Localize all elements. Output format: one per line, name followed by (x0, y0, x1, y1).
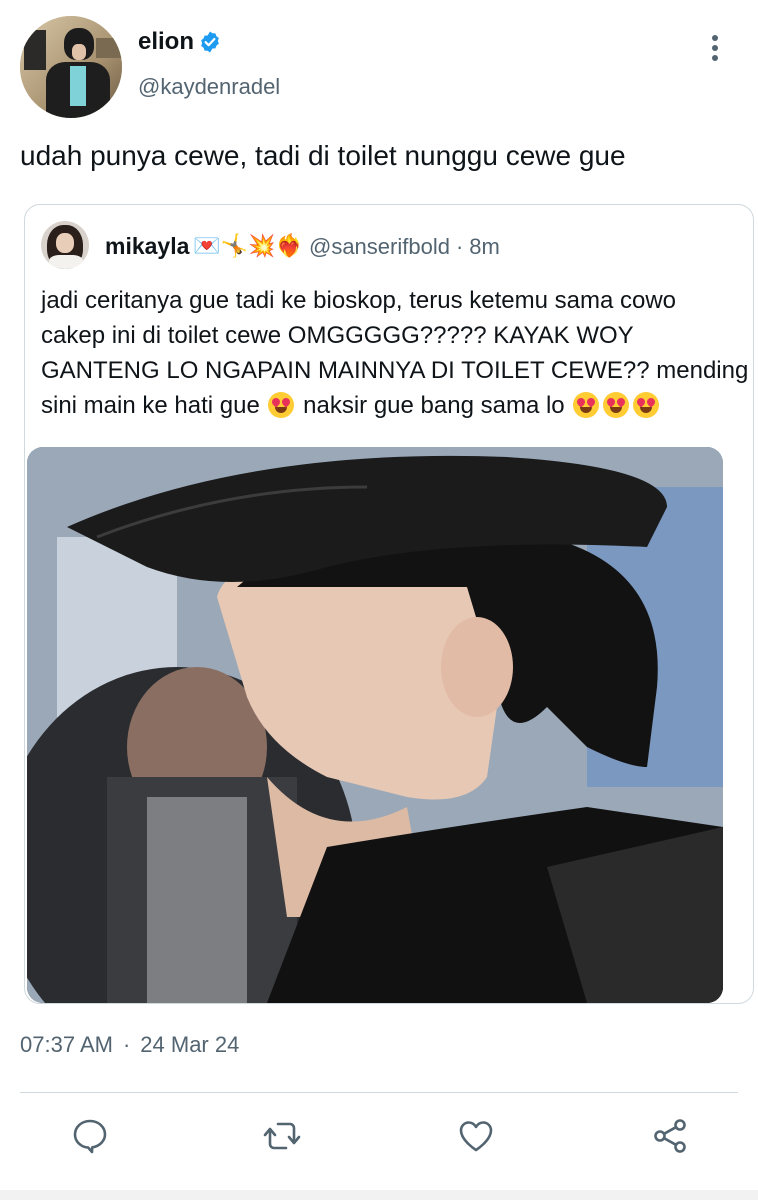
tweet-meta: 07:37 AM · 24 Mar 24 (20, 1032, 239, 1058)
heart-eyes-emoji-icon (268, 392, 295, 418)
heart-eyes-emoji-icon (633, 392, 660, 418)
quote-author-avatar[interactable] (41, 221, 89, 269)
like-icon[interactable] (456, 1116, 496, 1156)
quote-text-line-4: sini main ke hati gue naksir gue bang sa… (41, 388, 731, 423)
action-bar (0, 1116, 758, 1164)
quote-text-segment: naksir gue bang sama lo (303, 392, 565, 419)
quoted-tweet[interactable]: mikayla 💌🤸💥❤️‍🔥 @sanserifbold · 8m jadi … (24, 204, 754, 1004)
quote-timestamp[interactable]: 8m (469, 234, 500, 260)
author-avatar[interactable] (20, 16, 122, 118)
quote-handle[interactable]: @sanserifbold (309, 234, 450, 260)
quote-separator: · (455, 233, 464, 259)
bottom-separator (0, 1190, 758, 1200)
meta-separator: · (122, 1032, 131, 1057)
quote-text-line: cakep ini di toilet cewe OMGGGGG????? KA… (41, 322, 634, 349)
author-handle[interactable]: @kaydenradel (138, 74, 280, 100)
heart-eyes-emoji-icon (573, 392, 600, 418)
quote-text-segment: sini main ke hati gue (41, 392, 260, 419)
tweet-text: udah punya cewe, tadi di toilet nunggu c… (20, 140, 626, 171)
heart-eyes-emoji-icon (603, 392, 630, 418)
quote-header: mikayla 💌🤸💥❤️‍🔥 @sanserifbold · 8m (105, 233, 500, 260)
quote-media-image[interactable] (27, 447, 723, 1003)
quote-name-emojis: 💌🤸💥❤️‍🔥 (193, 234, 303, 259)
verified-badge-icon (201, 31, 219, 53)
tweet-date[interactable]: 24 Mar 24 (140, 1032, 239, 1057)
divider (20, 1092, 738, 1093)
share-icon[interactable] (650, 1116, 690, 1156)
author-name-row[interactable]: elion (138, 28, 222, 56)
more-options-icon[interactable] (700, 30, 730, 66)
author-display-name[interactable]: elion (138, 28, 194, 56)
reply-icon[interactable] (70, 1116, 110, 1156)
quote-text-line: jadi ceritanya gue tadi ke bioskop, teru… (41, 287, 677, 314)
quote-display-name[interactable]: mikayla (105, 233, 189, 260)
tweet-header: elion @kaydenradel (0, 0, 758, 130)
tweet-time[interactable]: 07:37 AM (20, 1032, 113, 1057)
quote-text: jadi ceritanya gue tadi ke bioskop, teru… (41, 283, 749, 423)
photo-illustration (27, 447, 723, 1003)
quote-text-line: GANTENG LO NGAPAIN MAINNYA DI TOILET CEW… (41, 357, 749, 384)
retweet-icon[interactable] (262, 1116, 302, 1156)
